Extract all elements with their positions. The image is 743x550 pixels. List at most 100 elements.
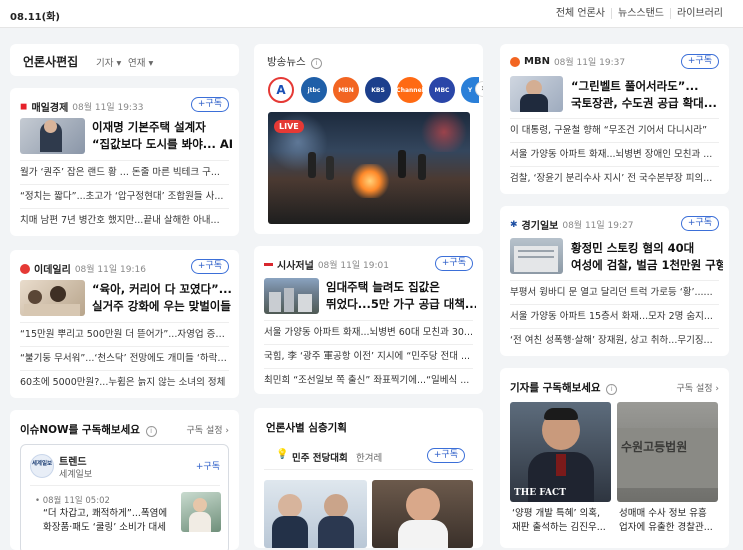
info-icon[interactable]: i [310, 58, 322, 69]
mbn-card: MBN 08월 11일 19:37 +구독 “그린벨트 풀어서라도”... 국토… [500, 44, 729, 194]
edaily-logo-icon [20, 263, 30, 274]
list-item[interactable]: 검찰, ‘장윤기 분리수사 지시’ 전 국수본부장 피의... [510, 166, 719, 190]
article-list: 서울 가양동 아파트 화재...뇌병변 60대 모친과 30... 국힘, 李 … [264, 320, 473, 392]
list-item[interactable]: “불기둥 무서워”...‘천스닥’ 전망에도 개미들 ‘하락 ... [20, 346, 229, 370]
press-date: 08월 11일 19:16 [74, 265, 146, 275]
subscribe-button[interactable]: +구독 [190, 97, 229, 112]
edaily-card: 이데일리 08월 11일 19:16 +구독 “육아, 커리어 다 꼬였다”..… [10, 250, 239, 398]
broadcast-card: 방송뉴스 i A jtbc MBN KBS Channel MBC Y › LI… [254, 44, 483, 234]
list-item[interactable]: 60초에 5000만원?...누휩은 늙지 않는 소녀의 정체 [20, 370, 229, 394]
channel-a-icon[interactable]: A [268, 77, 294, 103]
top-bar: 08.11(화) 전체 언론사 뉴스스탠드 라이브러리 [0, 0, 743, 28]
list-item[interactable]: “15만원 뿌리고 500만원 더 뜯어가”...자영업 증세? [20, 322, 229, 346]
press-name[interactable]: 경기일보 [522, 217, 559, 232]
channel-ytn-label: Y [467, 86, 473, 94]
subscribe-button[interactable]: +구독 [196, 459, 220, 472]
info-icon[interactable]: i [606, 384, 618, 395]
headline[interactable]: “육아, 커리어 다 꼬였다”... 실거주 강화에 우는 맞벌이들 [92, 281, 232, 315]
press-date: 08월 11일 19:27 [562, 221, 634, 231]
article-thumbnail[interactable] [20, 118, 85, 154]
list-item[interactable]: 최민희 “조선일보 쪽 출신” 좌표찍기에...“일베식 ... [264, 368, 473, 392]
channel-mbn-icon[interactable]: MBN [333, 77, 359, 103]
headline[interactable]: 이재명 기본주택 설계자 “집값보다 도시를 봐야... AI... [92, 119, 232, 153]
list-item[interactable]: 서울 가양동 아파트 화재...뇌병변 60대 모친과 30... [264, 320, 473, 344]
kyeonggi-card: ✱ 경기일보 08월 11일 19:27 +구독 황정민 스토킹 혐의 40대 … [500, 206, 729, 356]
headline-line-2: 뛰었다...5만 가구 공급 대책... [326, 297, 476, 311]
info-icon[interactable]: i [145, 426, 157, 437]
channel-a-news-label: Channel [396, 86, 424, 94]
article-thumbnail[interactable] [20, 280, 85, 316]
trend-headline[interactable]: “더 차갑고, 쾌적하게”...폭염에 화장품·패도 ‘쿨링’ 소비가 대세 [43, 507, 173, 535]
kyeonggi-logo-icon: ✱ [510, 219, 518, 230]
channel-mbc-icon[interactable]: MBC [429, 77, 455, 103]
issue-now-title: 이슈NOW를 구독해보세요 i [20, 422, 157, 437]
reporter-photo-1[interactable]: THE FACT [510, 402, 611, 502]
press-header: 시사저널 08월 11일 19:01 [264, 257, 389, 272]
headline-line-1: “육아, 커리어 다 꼬였다”... [92, 282, 232, 296]
library-link[interactable]: 라이브러리 [670, 8, 729, 19]
article-thumbnail[interactable] [181, 492, 221, 532]
trend-name[interactable]: 트렌드 [59, 453, 87, 468]
press-header: 이데일리 08월 11일 19:16 [20, 261, 146, 276]
press-name[interactable]: 시사저널 [277, 257, 314, 272]
subscribe-button[interactable]: +구독 [434, 256, 473, 271]
list-item[interactable]: 서울 가양동 아파트 15층서 화재...모자 2명 숨지... [510, 304, 719, 328]
list-item[interactable]: 서울 가양동 아파트 화재...뇌병변 장애인 모친과 ... [510, 142, 719, 166]
list-item[interactable]: “정치는 짧다”...초고가 ‘압구정현대’ 조합원들 사... [20, 184, 229, 208]
article-thumbnail[interactable] [510, 238, 563, 274]
list-item[interactable]: 치매 남편 7년 병간호 했지만...끝내 살해한 아내... [20, 208, 229, 232]
reporter-caption-2[interactable]: 성매매 수사 정보 유흥 업자에 유출한 경찰관... [619, 507, 719, 535]
headline-line-1: “그린벨트 풀어서라도”... [571, 79, 699, 93]
article-thumbnail[interactable] [264, 278, 319, 314]
live-video-player[interactable]: LIVE [268, 112, 470, 224]
subscribe-button[interactable]: +구독 [680, 54, 719, 69]
channel-jtbc-label: jtbc [307, 86, 321, 94]
subscribe-button[interactable]: +구독 [426, 448, 465, 463]
newsstand-link[interactable]: 뉴스스탠드 [611, 8, 670, 19]
channel-jtbc-icon[interactable]: jtbc [301, 77, 327, 103]
press-name[interactable]: 이데일리 [34, 261, 71, 276]
channel-a-label: A [276, 83, 286, 97]
lightbulb-icon: 💡 [276, 449, 289, 460]
headline-line-1: 임대주택 늘려도 집값은 [326, 280, 440, 294]
series-filter[interactable]: 연재 ▾ [128, 55, 153, 69]
subscribe-setting-link[interactable]: 구독 설정 › [677, 381, 719, 394]
planning-item[interactable]: 💡 민주 전당대회 한겨레 +구독 [264, 442, 473, 470]
reporter-subscribe-card: 기자를 구독해보세요 i 구독 설정 › THE FACT 수원고등법원 ‘양평… [500, 368, 729, 548]
channel-kbs-icon[interactable]: KBS [365, 77, 391, 103]
headline[interactable]: “그린벨트 풀어서라도”... 국토장관, 수도권 공급 확대... [571, 78, 721, 112]
broadcast-title-text: 방송뉴스 [267, 56, 306, 68]
article-date-text: 08월 11일 05:02 [42, 496, 110, 506]
issue-now-title-text: 이슈NOW를 구독해보세요 [20, 424, 140, 436]
planning-thumbnail-1[interactable] [264, 480, 367, 548]
subscribe-setting-link[interactable]: 구독 설정 › [187, 423, 229, 436]
reporter-caption-2-line-2: 업자에 유출한 경찰관... [619, 522, 713, 533]
chevron-right-icon: › [225, 426, 229, 436]
reporter-photo-2[interactable]: 수원고등법원 [617, 402, 718, 502]
planning-thumbnail-2[interactable] [372, 480, 473, 548]
subscribe-button[interactable]: +구독 [680, 216, 719, 231]
press-name[interactable]: MBN [524, 56, 550, 67]
reporter-caption-2-line-1: 성매매 수사 정보 유흥 [619, 508, 707, 519]
list-item[interactable]: ‘전 여친 성폭행·살해’ 장재원, 상고 취하...무기징... [510, 328, 719, 352]
segye-logo-text: 세계일보 [31, 461, 53, 467]
reporter-filter[interactable]: 기자 ▾ [96, 55, 121, 69]
headline[interactable]: 임대주택 늘려도 집값은 뛰었다...5만 가구 공급 대책... [326, 279, 476, 313]
maeil-logo-icon: ◼ [20, 101, 28, 112]
all-press-link[interactable]: 전체 언론사 [550, 8, 611, 19]
article-thumbnail[interactable] [510, 76, 563, 112]
headline[interactable]: 황정민 스토킹 혐의 40대 여성에 검찰, 벌금 1천만원 구형 [571, 240, 723, 274]
press-name[interactable]: 매일경제 [31, 99, 68, 114]
channel-a-news-icon[interactable]: Channel [396, 77, 424, 103]
divider [30, 485, 220, 486]
subscribe-button[interactable]: +구독 [190, 259, 229, 274]
press-date: 08월 11일 19:01 [317, 261, 389, 271]
headline-line-2: 실거주 강화에 우는 맞벌이들 [92, 299, 231, 313]
trend-box: 세계일보 트렌드 세계일보 +구독 • 08월 11일 05:02 “더 차갑고… [20, 444, 229, 550]
reporter-caption-1[interactable]: ‘양평 개발 특혜’ 의혹, 재판 출석하는 김진우... [512, 507, 612, 535]
list-item[interactable]: 이 대통령, 구윤철 향해 “무조건 기어서 다니시라” [510, 118, 719, 142]
press-date: 08월 11일 19:33 [72, 103, 144, 113]
list-item[interactable]: 부평서 윙바디 문 열고 달리던 트럭 가로등 ‘황’...... [510, 280, 719, 304]
list-item[interactable]: 월가 ‘퀀주’ 잡은 랜드 황 ... 돈줄 마른 빅테크 구... [20, 160, 229, 184]
list-item[interactable]: 국힘, 李 ‘광주 軍공항 이전’ 지시에 “민주당 전대 ... [264, 344, 473, 368]
